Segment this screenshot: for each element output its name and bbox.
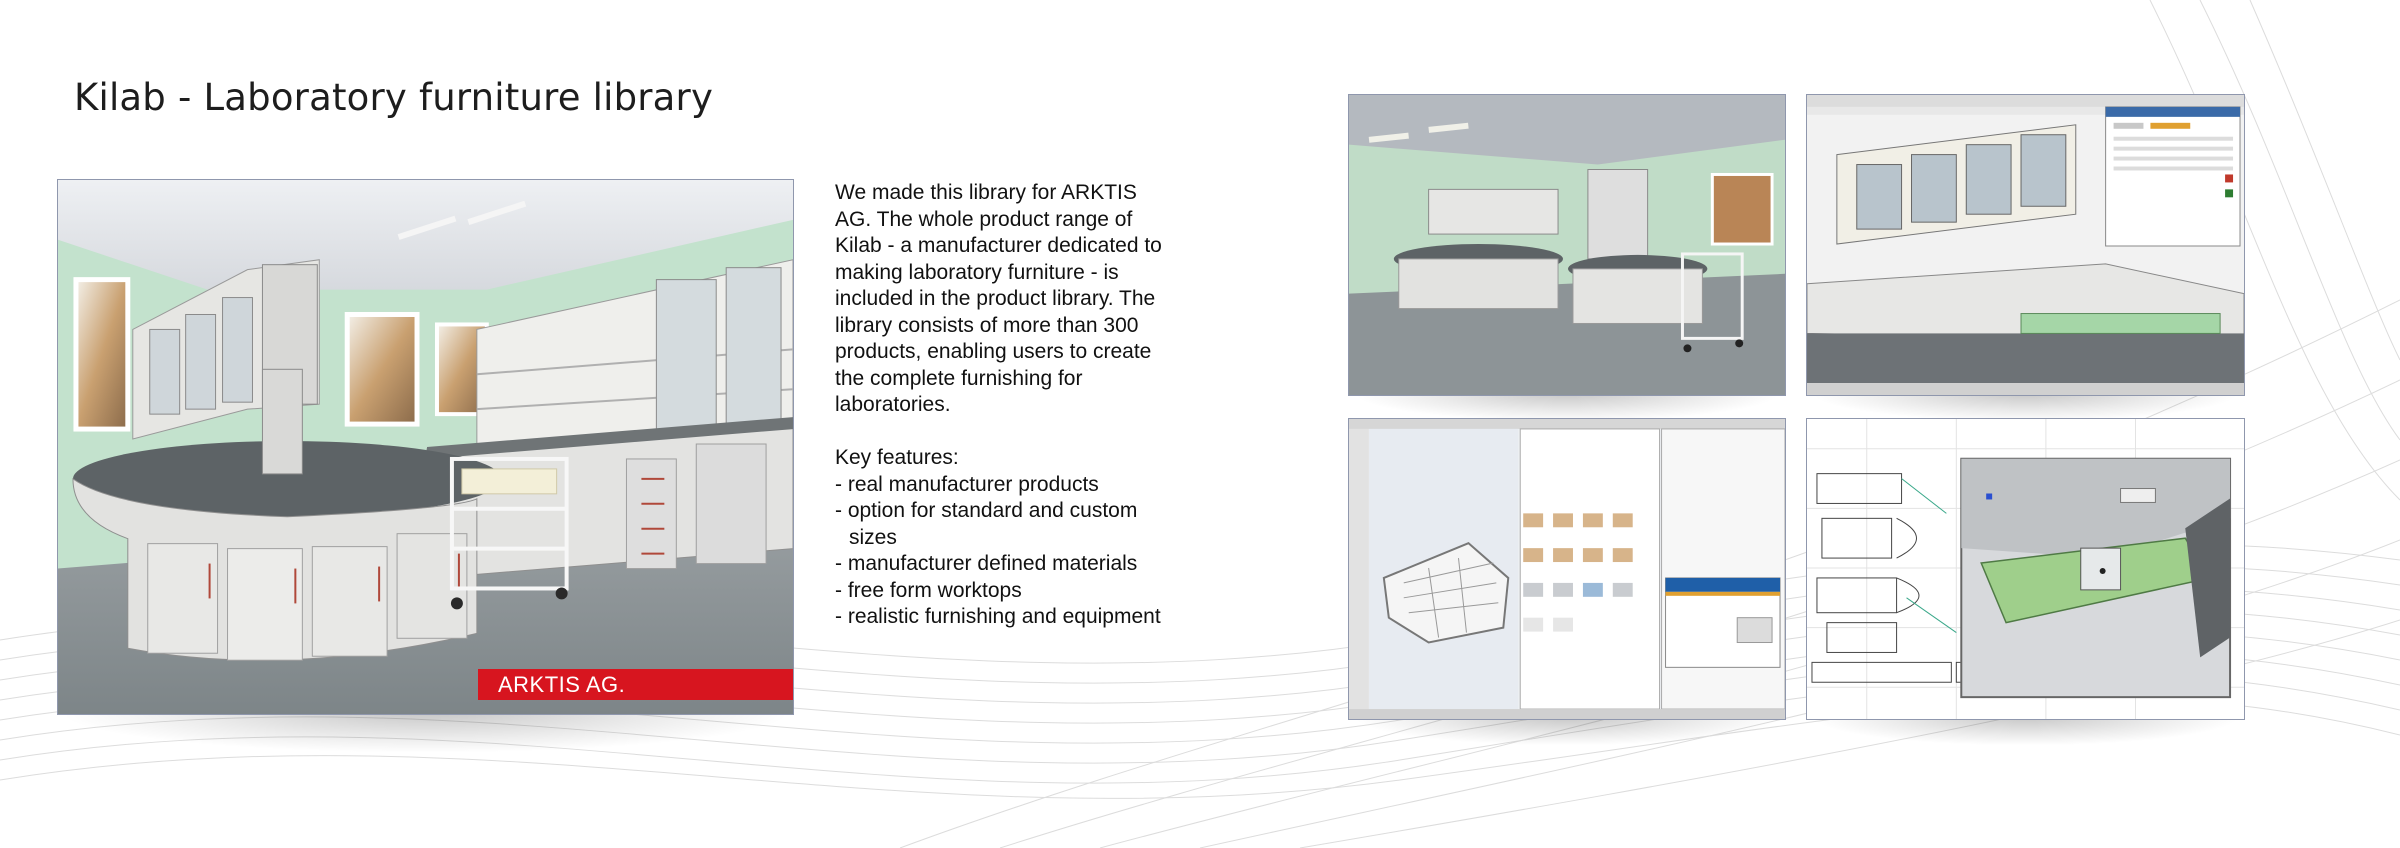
feature-item: - free form worktops (835, 578, 1022, 602)
thumbnail-shadow (1816, 717, 2235, 745)
thumbnail-shadow (1358, 717, 1776, 745)
feature-list: - real manufacturer products - option fo… (835, 472, 1165, 631)
features-heading: Key features: (835, 446, 959, 469)
arktis-brand-label: ARKTIS AG. (478, 669, 793, 700)
description-intro: We made this library for ARKTIS AG. The … (835, 181, 1162, 416)
description-block: We made this library for ARKTIS AG. The … (835, 180, 1165, 631)
thumbnail-software-basket (1348, 418, 1786, 720)
thumbnail-lab-rendering (1348, 94, 1786, 396)
thumbnail-shadow (1358, 393, 1776, 421)
thumbnail-floor-plan (1806, 418, 2245, 720)
page-title: Kilab - Laboratory furniture library (74, 76, 714, 119)
feature-item: - real manufacturer products (835, 472, 1099, 496)
main-lab-rendering: ARKTIS AG. (57, 179, 794, 715)
thumbnail-shadow (1816, 393, 2235, 421)
feature-item: - manufacturer defined materials (835, 552, 1138, 575)
main-image-shadow (67, 712, 784, 752)
feature-item: - option for standard and custom sizes (835, 499, 1138, 549)
feature-item: - realistic furnishing and equipment (835, 605, 1161, 628)
thumbnail-software-cabinets (1806, 94, 2245, 396)
